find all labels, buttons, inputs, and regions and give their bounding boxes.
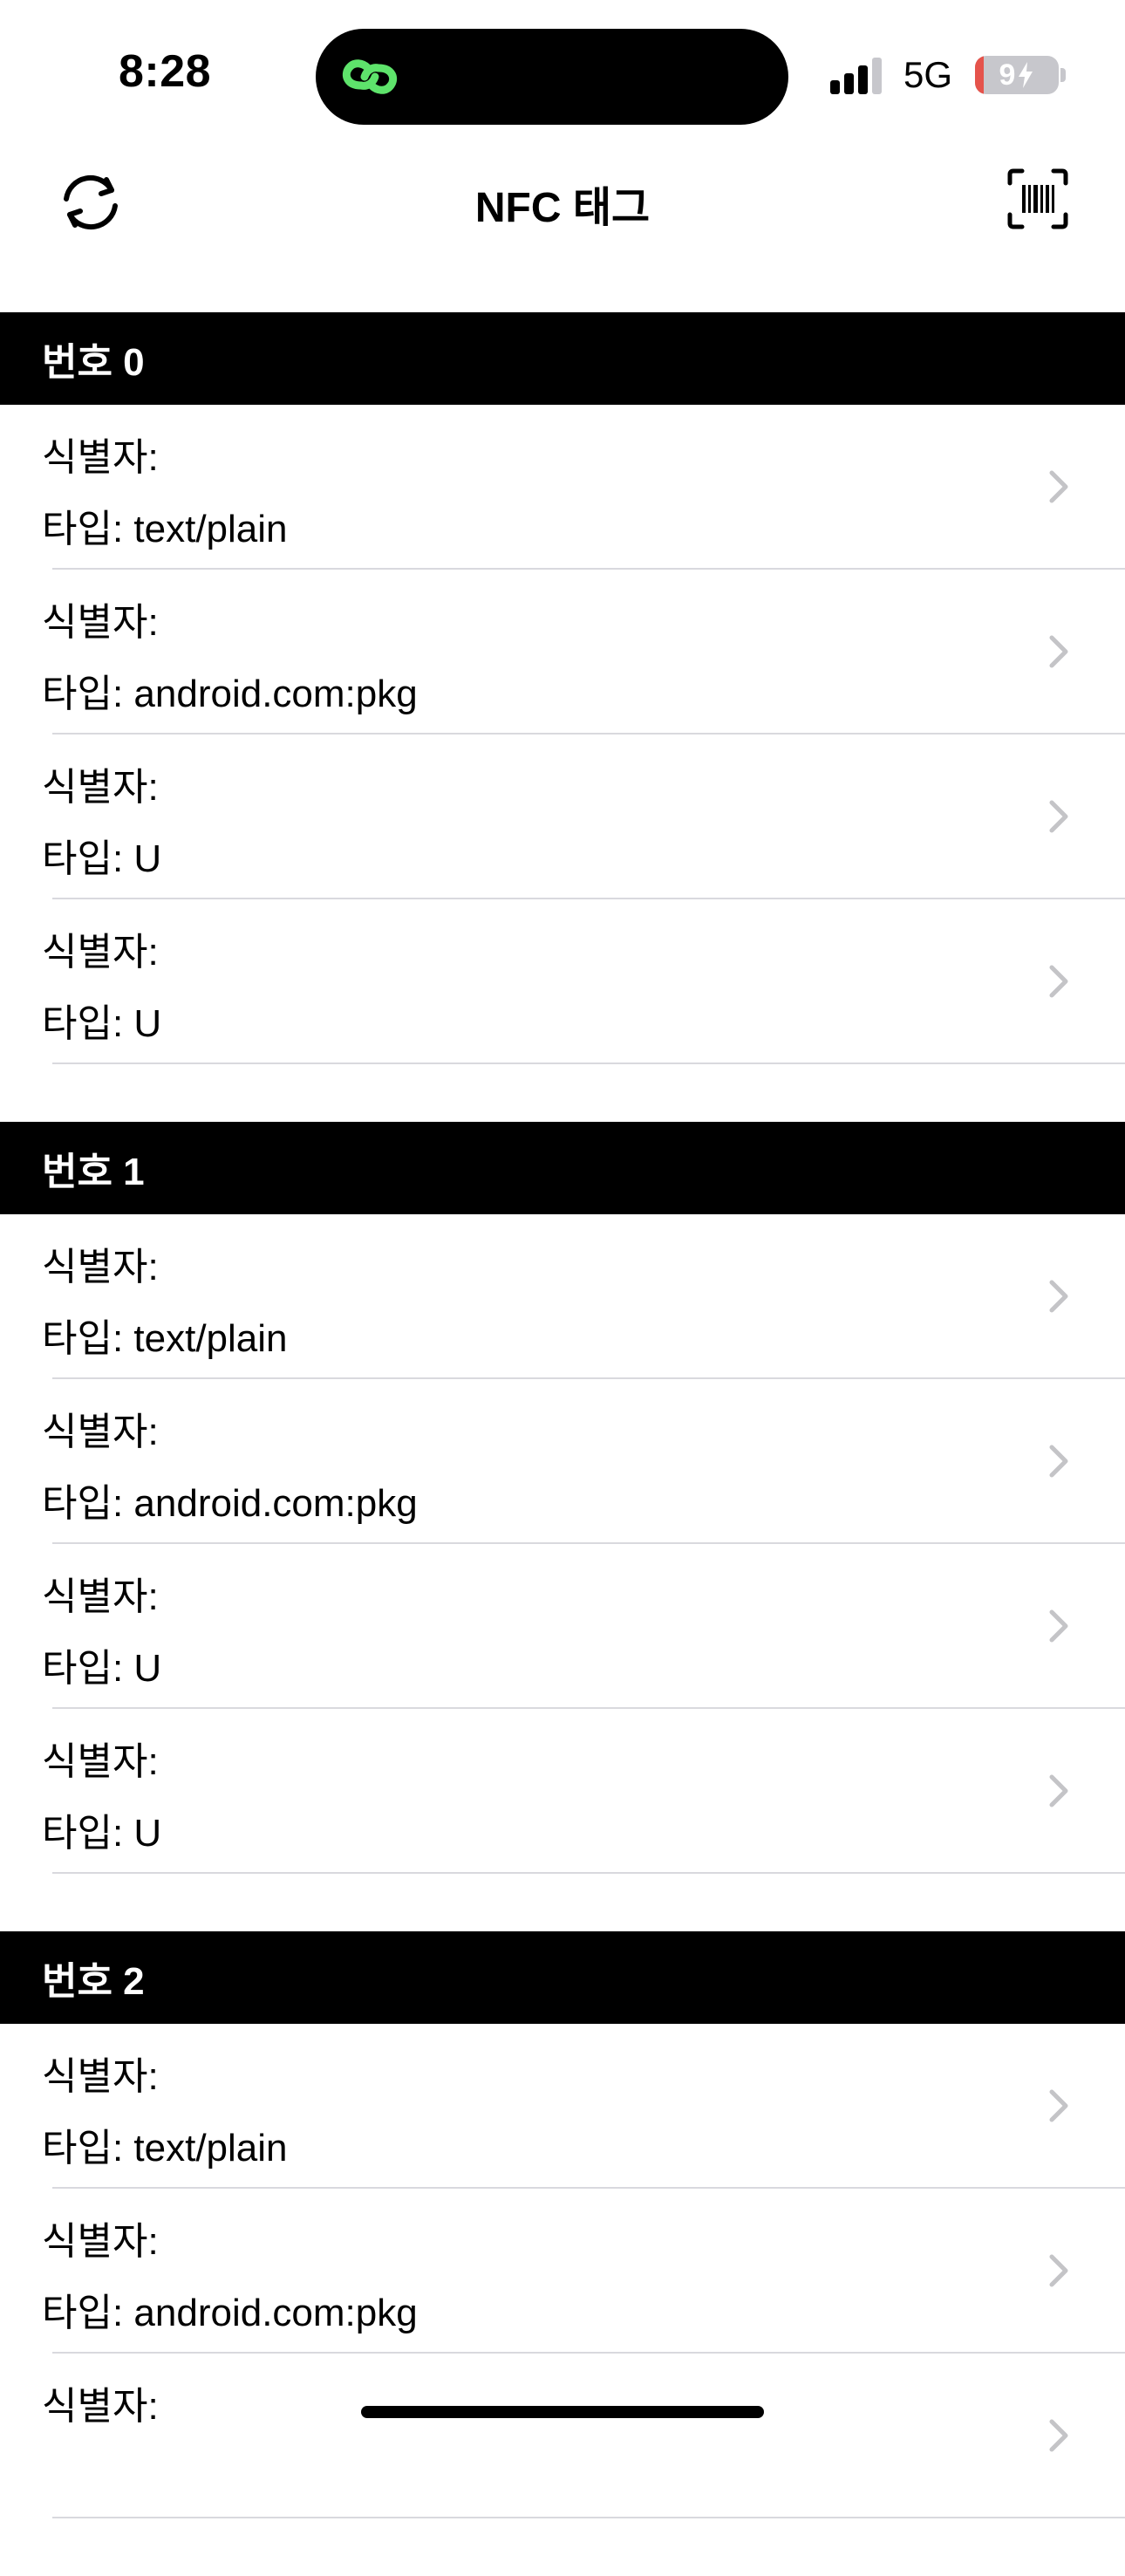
type-label: 타입: U [42, 837, 162, 880]
chevron-right-icon [1049, 1609, 1068, 1643]
chevron-right-icon [1049, 800, 1068, 833]
section-header: 번호 0 [0, 312, 1125, 405]
section-1: 번호 1 식별자: 타입: text/plain 식별자: 타입: androi… [0, 1122, 1125, 1874]
home-indicator[interactable] [361, 2406, 764, 2418]
type-label: 타입: android.com:pkg [42, 1482, 418, 1525]
section-0: 번호 0 식별자: 타입: text/plain 식별자: 타입: androi… [0, 312, 1125, 1064]
battery-level: 9 [999, 58, 1016, 92]
list-item[interactable]: 식별자: 타입: text/plain [0, 2024, 1125, 2189]
identifier-label: 식별자: [42, 601, 159, 644]
list-item[interactable]: 식별자: 타입: U [0, 899, 1125, 1064]
identifier-label: 식별자: [42, 1246, 159, 1288]
list-item[interactable]: 식별자: 타입: U [0, 1544, 1125, 1709]
page-title: NFC 태그 [474, 185, 651, 231]
type-label: 타입: U [42, 1812, 162, 1855]
network-type: 5G [903, 54, 953, 95]
identifier-label: 식별자: [42, 2220, 159, 2263]
chevron-right-icon [1049, 1280, 1068, 1313]
cellular-signal-icon [830, 58, 882, 94]
identifier-label: 식별자: [42, 1740, 159, 1783]
nfc-record-list: 번호 0 식별자: 타입: text/plain 식별자: 타입: androi… [0, 312, 1125, 2576]
chevron-right-icon [1049, 470, 1068, 503]
type-label: 타입: text/plain [42, 508, 288, 550]
barcode-scan-icon[interactable] [1006, 167, 1069, 230]
list-item[interactable]: 식별자: 타입: android.com:pkg [0, 1379, 1125, 1544]
identifier-label: 식별자: [42, 766, 159, 809]
identifier-label: 식별자: [42, 436, 159, 479]
list-item[interactable]: 식별자: [0, 2354, 1125, 2518]
identifier-label: 식별자: [42, 1575, 159, 1618]
identifier-label: 식별자: [42, 931, 159, 974]
section-header: 번호 2 [0, 1931, 1125, 2024]
type-label: 타입: U [42, 1647, 162, 1690]
type-label: 타입: text/plain [42, 1317, 288, 1360]
type-label: 타입: text/plain [42, 2127, 288, 2169]
navigation-bar: NFC 태그 [0, 148, 1125, 314]
type-label: 타입: android.com:pkg [42, 2292, 418, 2334]
battery-icon: 9 [975, 56, 1059, 94]
list-item[interactable]: 식별자: 타입: U [0, 735, 1125, 899]
chevron-right-icon [1049, 965, 1068, 998]
charging-bolt-icon [1019, 62, 1033, 88]
chevron-right-icon [1049, 2089, 1068, 2122]
list-item[interactable]: 식별자: 타입: android.com:pkg [0, 2189, 1125, 2354]
identifier-label: 식별자: [42, 1411, 159, 1453]
list-item[interactable]: 식별자: 타입: text/plain [0, 1214, 1125, 1379]
status-time: 8:28 [119, 46, 212, 97]
chevron-right-icon [1049, 1774, 1068, 1807]
list-item[interactable]: 식별자: 타입: text/plain [0, 405, 1125, 570]
type-label: 타입: U [42, 1002, 162, 1045]
identifier-label: 식별자: [42, 2385, 159, 2428]
type-label: 타입: android.com:pkg [42, 673, 418, 715]
list-item[interactable]: 식별자: 타입: android.com:pkg [0, 570, 1125, 735]
chevron-right-icon [1049, 1445, 1068, 1478]
list-item[interactable]: 식별자: 타입: U [0, 1709, 1125, 1874]
battery-cap [1060, 68, 1066, 82]
identifier-label: 식별자: [42, 2055, 159, 2098]
chevron-right-icon [1049, 635, 1068, 668]
section-header: 번호 1 [0, 1122, 1125, 1214]
status-bar: 8:28 5G 9 [0, 0, 1125, 148]
section-2: 번호 2 식별자: 타입: text/plain 식별자: 타입: androi… [0, 1931, 1125, 2518]
link-icon [342, 59, 398, 94]
chevron-right-icon [1049, 2419, 1068, 2452]
chevron-right-icon [1049, 2254, 1068, 2287]
